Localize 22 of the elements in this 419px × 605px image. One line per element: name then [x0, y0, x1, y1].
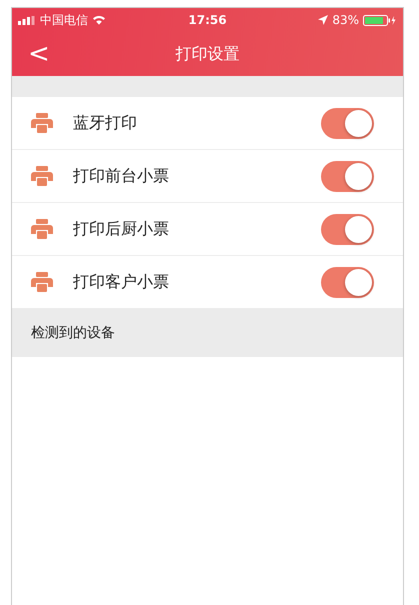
printer-icon — [31, 113, 53, 133]
toggle-switch[interactable] — [321, 108, 374, 138]
page-title: 打印设置 — [176, 44, 240, 64]
setting-label: 打印前台小票 — [73, 166, 170, 186]
toggle-switch[interactable] — [321, 160, 374, 192]
setting-label: 打印后厨小票 — [73, 218, 170, 240]
printer-icon — [31, 219, 53, 239]
toggle-switch[interactable] — [321, 266, 374, 298]
signal-icon — [18, 16, 36, 24]
printer-icon — [31, 272, 53, 292]
status-time: 17:56 — [188, 13, 227, 27]
wifi-icon — [92, 15, 106, 25]
back-button[interactable]: < — [12, 41, 62, 67]
battery-charging-icon — [363, 14, 397, 26]
location-arrow-icon — [318, 15, 328, 25]
setting-label: 蓝牙打印 — [73, 112, 138, 134]
section-header: 检测到的设备 — [31, 324, 115, 342]
toggle-switch[interactable] — [321, 214, 374, 244]
printer-icon — [31, 166, 53, 186]
carrier-name: 中国电信 — [40, 12, 88, 28]
battery-percent: 83% — [332, 13, 359, 27]
setting-label: 打印客户小票 — [73, 272, 170, 292]
